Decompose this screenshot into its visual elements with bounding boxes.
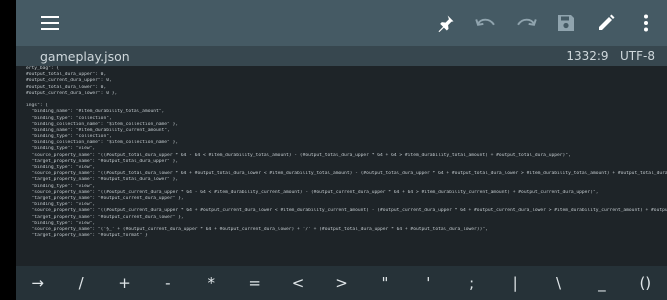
symbol-bar: → / + - * = < > " '; | \ _() xyxy=(16,266,667,300)
cursor-status: 1332:9 UTF-8 xyxy=(566,49,655,63)
file-encoding: UTF-8 xyxy=(620,49,655,63)
symbol-key[interactable]: | xyxy=(495,266,535,300)
pencil-icon[interactable] xyxy=(592,9,620,37)
file-name: gameplay.json xyxy=(40,49,130,64)
symbol-key[interactable]: - xyxy=(148,266,188,300)
code-editor[interactable]: erty_bag": {#output_total_dura_upper": 0… xyxy=(16,66,667,266)
code-line: "source_property_name": "((#output_total… xyxy=(26,152,571,158)
symbol-key[interactable]: * xyxy=(191,266,231,300)
pin-icon[interactable] xyxy=(432,9,460,37)
symbol-key[interactable]: → xyxy=(18,266,58,300)
symbol-key[interactable]: = xyxy=(235,266,275,300)
hamburger-menu-icon[interactable] xyxy=(36,9,64,37)
cursor-position: 1332:9 xyxy=(566,49,609,63)
symbol-key[interactable]: \ xyxy=(539,266,579,300)
code-line: "target_property_name": "#output_format"… xyxy=(26,233,148,239)
more-vert-icon[interactable] xyxy=(632,9,660,37)
symbol-key[interactable]: ' xyxy=(408,266,448,300)
symbol-key[interactable]: " xyxy=(365,266,405,300)
symbol-key[interactable]: + xyxy=(105,266,145,300)
code-text[interactable]: erty_bag": {#output_total_dura_upper": 0… xyxy=(16,66,667,239)
undo-icon[interactable] xyxy=(472,9,500,37)
symbol-key[interactable]: / xyxy=(61,266,101,300)
save-icon[interactable] xyxy=(552,9,580,37)
symbol-key[interactable]: _ xyxy=(582,266,622,300)
editor-app: gameplay.json 1332:9 UTF-8 erty_bag": {#… xyxy=(16,0,667,300)
redo-icon[interactable] xyxy=(512,9,540,37)
code-line: "source_property_name": "((#output_curre… xyxy=(26,208,667,214)
file-info-bar: gameplay.json 1332:9 UTF-8 xyxy=(16,46,667,66)
toolbar xyxy=(16,0,667,46)
symbol-key[interactable]: < xyxy=(278,266,318,300)
symbol-key[interactable]: ; xyxy=(452,266,492,300)
symbol-key[interactable]: () xyxy=(625,266,665,300)
left-edge xyxy=(0,0,16,300)
symbol-key[interactable]: > xyxy=(322,266,362,300)
